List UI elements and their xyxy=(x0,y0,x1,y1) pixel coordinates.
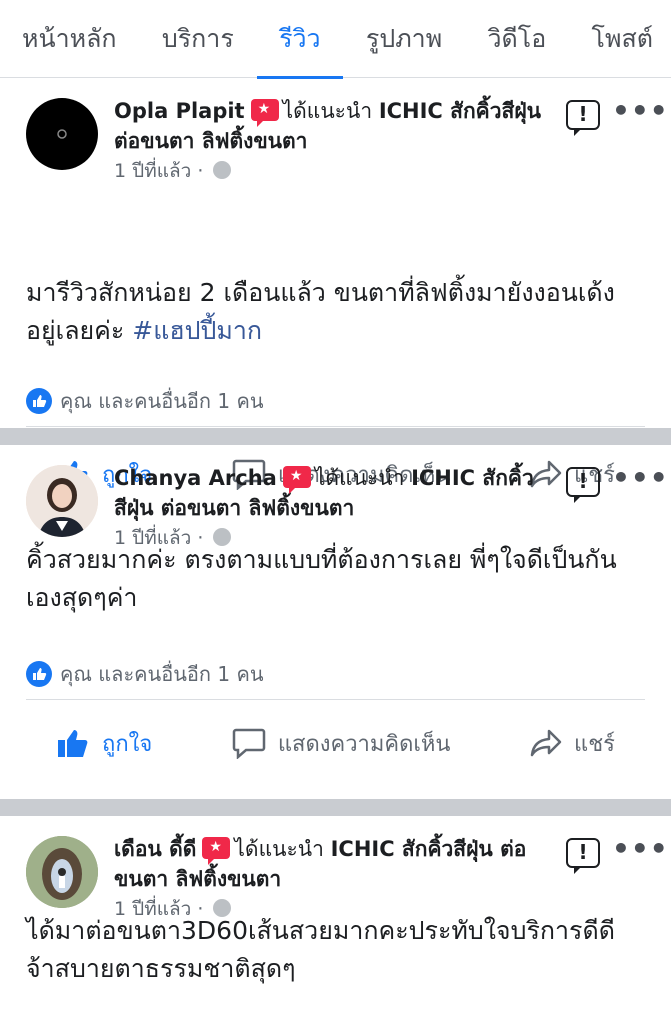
thumbs-up-icon xyxy=(58,730,88,757)
post-body: มารีวิวสักหน่อย 2 เดือนแล้ว ขนตาที่ลิฟติ… xyxy=(26,274,646,350)
report-button[interactable]: ! xyxy=(566,838,600,874)
author-name[interactable]: Opla Plapit xyxy=(114,99,245,123)
post-actions: ถูกใจ แสดงความคิดเห็น แชร์ xyxy=(26,707,645,779)
post-text: มารีวิวสักหน่อย 2 เดือนแล้ว ขนตาที่ลิฟติ… xyxy=(26,278,615,345)
avatar[interactable] xyxy=(26,98,98,170)
post-body: ได้มาต่อขนตา3D60เส้นสวยมากคะประทับใจบริก… xyxy=(26,912,626,988)
post-headline: Opla Plapitได้แนะนำ ICHIC สักคิ้วสีฝุ่น … xyxy=(114,96,544,156)
tab-home[interactable]: หน้าหลัก xyxy=(22,0,117,78)
recommend-badge-icon xyxy=(250,99,279,127)
comment-label: แสดงความคิดเห็น xyxy=(277,731,451,757)
more-options-button[interactable]: ••• xyxy=(612,835,669,863)
author-name[interactable]: Chanya Archa xyxy=(114,466,277,490)
avatar-photo-icon xyxy=(26,836,98,908)
like-reaction-icon xyxy=(26,388,52,414)
tab-videos[interactable]: วิดีโอ xyxy=(488,0,547,78)
reaction-summary[interactable]: คุณ และคนอื่นอีก 1 คน xyxy=(26,376,645,427)
post-body: คิ้วสวยมากค่ะ ตรงตามแบบที่ต้องการเลย พี่… xyxy=(26,541,636,617)
globe-icon xyxy=(213,161,232,179)
post-separator xyxy=(0,799,671,816)
post-headline: เดือน ดี้ดีได้แนะนำ ICHIC สักคิ้วสีฝุ่น … xyxy=(114,834,544,894)
like-button[interactable]: ถูกใจ xyxy=(56,726,152,761)
post-headline: Chanya Archaได้แนะนำ ICHIC สักคิ้วสีฝุ่น… xyxy=(114,463,544,523)
tab-reviews[interactable]: รีวิว xyxy=(257,0,342,79)
recommend-text: ได้แนะนำ xyxy=(314,466,405,490)
like-reaction-icon xyxy=(26,661,52,687)
share-label: แชร์ xyxy=(574,731,615,757)
report-button[interactable]: ! xyxy=(566,100,600,136)
recommend-text: ได้แนะนำ xyxy=(234,837,324,861)
avatar-logo-icon xyxy=(57,129,67,139)
recommend-text: ได้แนะนำ xyxy=(282,99,373,123)
tab-services[interactable]: บริการ xyxy=(162,0,234,78)
review-post: Opla Plapitได้แนะนำ ICHIC สักคิ้วสีฝุ่น … xyxy=(0,78,671,490)
post-text: ได้มาต่อขนตา3D60เส้นสวยมากคะประทับใจบริก… xyxy=(26,916,615,983)
share-icon xyxy=(530,729,562,757)
report-button[interactable]: ! xyxy=(566,467,600,503)
avatar[interactable] xyxy=(26,836,98,908)
more-options-button[interactable]: ••• xyxy=(612,464,669,492)
tab-posts[interactable]: โพสต์ xyxy=(592,0,653,78)
recommend-badge-icon xyxy=(202,837,231,865)
share-button[interactable]: แชร์ xyxy=(530,726,615,761)
meta-separator: · xyxy=(197,160,204,182)
like-label: ถูกใจ xyxy=(102,731,153,757)
tab-photos[interactable]: รูปภาพ xyxy=(366,0,442,78)
review-post: Chanya Archaได้แนะนำ ICHIC สักคิ้วสีฝุ่น… xyxy=(0,445,671,799)
author-name[interactable]: เดือน ดี้ดี xyxy=(114,837,196,861)
post-text: คิ้วสวยมากค่ะ ตรงตามแบบที่ต้องการเลย พี่… xyxy=(26,545,617,612)
more-options-button[interactable]: ••• xyxy=(612,97,669,125)
reaction-text: คุณ และคนอื่นอีก 1 คน xyxy=(60,389,264,413)
avatar-photo-icon xyxy=(26,465,98,537)
recommend-badge-icon xyxy=(282,466,311,494)
review-post: เดือน ดี้ดีได้แนะนำ ICHIC สักคิ้วสีฝุ่น … xyxy=(0,816,671,1036)
hashtag-link[interactable]: #แฮปปี้มาก xyxy=(132,316,262,345)
comment-button[interactable]: แสดงความคิดเห็น xyxy=(232,726,451,761)
post-meta: 1 ปีที่แล้ว · xyxy=(114,156,232,186)
page-tabs: หน้าหลัก บริการ รีวิว รูปภาพ วิดีโอ โพสต… xyxy=(0,0,671,79)
avatar[interactable] xyxy=(26,465,98,537)
post-time[interactable]: 1 ปีที่แล้ว xyxy=(114,160,191,182)
reaction-text: คุณ และคนอื่นอีก 1 คน xyxy=(60,662,264,686)
reaction-summary[interactable]: คุณ และคนอื่นอีก 1 คน xyxy=(26,649,645,700)
comment-icon xyxy=(232,728,266,759)
